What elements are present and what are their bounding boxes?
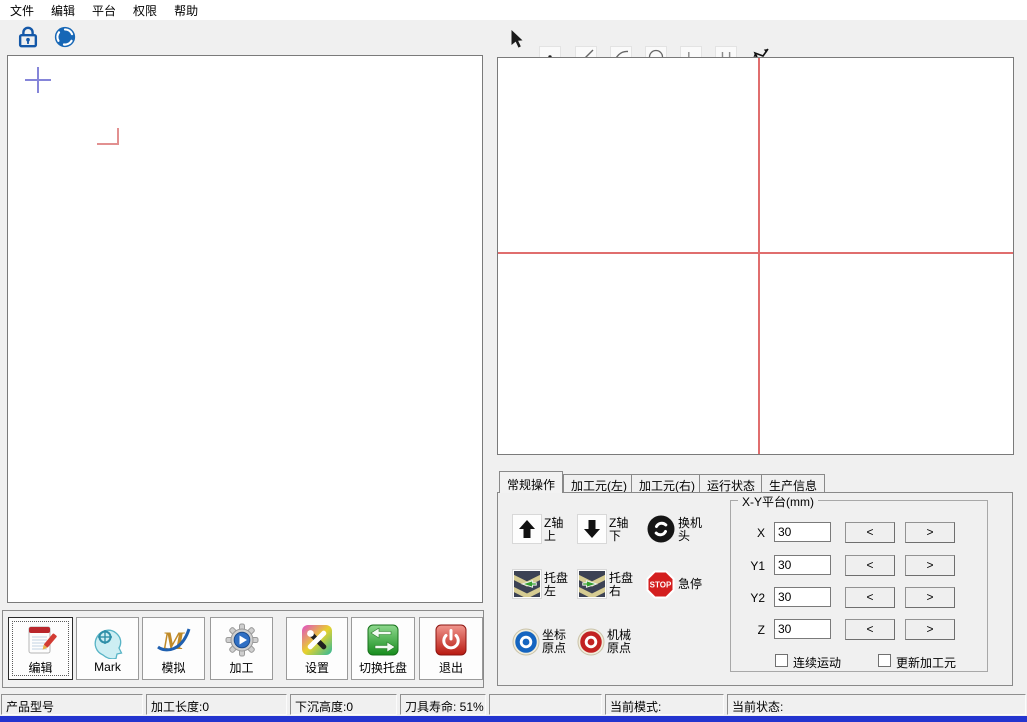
select-cursor-icon <box>509 30 525 49</box>
axis-y1-input[interactable] <box>774 555 831 575</box>
z-axis-up-button[interactable] <box>512 514 542 544</box>
axis-z-label: Z <box>743 620 765 640</box>
axis-y1-plus-button[interactable]: > <box>905 555 955 576</box>
simulate-button[interactable]: M 模拟 <box>142 617 205 680</box>
z-axis-down-button[interactable] <box>577 514 607 544</box>
bottom-taskbar-strip <box>0 716 1027 722</box>
status-process-length: 加工长度:0 <box>146 694 287 715</box>
switch-tray-button-label: 切换托盘 <box>359 659 407 676</box>
machine-origin-label: 机械原点 <box>607 629 633 655</box>
menu-file[interactable]: 文件 <box>3 0 41 21</box>
status-tool-life: 刀具寿命: 51% <box>400 694 486 715</box>
gear-play-icon <box>224 622 260 658</box>
camera-shutter-button[interactable] <box>52 24 78 50</box>
toolbar: L U <box>0 20 1027 55</box>
tab-general-operations[interactable]: 常规操作 <box>499 471 563 493</box>
axis-z-input[interactable] <box>774 619 831 639</box>
emergency-stop-button[interactable]: STOP <box>646 570 675 602</box>
axis-x-label: X <box>743 523 765 543</box>
z-axis-down-label: Z轴下 <box>609 517 635 543</box>
stop-sign-icon: STOP <box>646 570 675 599</box>
change-head-button[interactable] <box>646 514 676 547</box>
tray-right-icon <box>579 571 605 597</box>
menu-bar: 文件 编辑 平台 权限 帮助 <box>0 0 1027 20</box>
menu-permission[interactable]: 权限 <box>126 0 164 21</box>
machine-origin-icon <box>577 628 605 656</box>
power-icon <box>433 622 469 658</box>
position-crosshair-horizontal <box>498 252 1013 254</box>
settings-button-label: 设置 <box>305 659 329 676</box>
continuous-motion-label: 连续运动 <box>793 654 841 671</box>
axis-y2-minus-button[interactable]: < <box>845 587 895 608</box>
menu-edit[interactable]: 编辑 <box>44 0 82 21</box>
process-button[interactable]: 加工 <box>210 617 273 680</box>
camera-shutter-icon <box>53 25 77 49</box>
continuous-motion-checkbox[interactable] <box>775 654 788 667</box>
axis-z-plus-button[interactable]: > <box>905 619 955 640</box>
xy-platform-title: X-Y平台(mm) <box>738 493 818 510</box>
status-product-model: 产品型号 <box>1 694 143 715</box>
status-current-state: 当前状态: <box>727 694 1026 715</box>
tray-left-icon <box>514 571 540 597</box>
axis-y2-input[interactable] <box>774 587 831 607</box>
axis-x-input[interactable] <box>774 522 831 542</box>
status-bar: 产品型号 加工长度:0 下沉高度:0 刀具寿命: 51% 当前模式: 当前状态: <box>0 693 1027 716</box>
status-spacer <box>489 694 602 715</box>
machine-origin-button[interactable] <box>577 628 605 659</box>
axis-x-minus-button[interactable]: < <box>845 522 895 543</box>
menu-help[interactable]: 帮助 <box>167 0 205 21</box>
mark-button-label: Mark <box>94 660 121 674</box>
edit-button-label: 编辑 <box>28 659 52 676</box>
exit-button[interactable]: 退出 <box>419 617 483 680</box>
lock-icon <box>16 25 40 49</box>
tray-left-button[interactable] <box>512 569 542 599</box>
status-current-mode: 当前模式: <box>605 694 724 715</box>
edit-canvas-drawing <box>8 56 482 602</box>
axis-x-plus-button[interactable]: > <box>905 522 955 543</box>
simulate-button-label: 模拟 <box>161 659 185 676</box>
exit-button-label: 退出 <box>439 659 463 676</box>
coordinate-origin-icon <box>512 628 540 656</box>
axis-y2-plus-button[interactable]: > <box>905 587 955 608</box>
tab-run-status[interactable]: 运行状态 <box>699 474 763 493</box>
process-button-label: 加工 <box>229 659 253 676</box>
tab-production-info[interactable]: 生产信息 <box>761 474 825 493</box>
edit-canvas[interactable] <box>7 55 483 603</box>
status-sink-height: 下沉高度:0 <box>290 694 397 715</box>
tray-right-button[interactable] <box>577 569 607 599</box>
arrow-up-icon <box>517 519 537 539</box>
switch-tray-button[interactable]: 切换托盘 <box>351 617 415 680</box>
edit-button[interactable]: 编辑 <box>8 617 73 680</box>
lock-button[interactable] <box>15 24 41 50</box>
axis-y1-minus-button[interactable]: < <box>845 555 895 576</box>
tab-unit-left[interactable]: 加工元(左) <box>563 474 635 493</box>
position-view[interactable] <box>497 57 1014 455</box>
notebook-pencil-icon <box>23 622 59 658</box>
switch-arrows-icon <box>365 622 401 658</box>
svg-text:STOP: STOP <box>650 581 672 590</box>
position-crosshair-vertical <box>758 58 760 454</box>
mark-button[interactable]: Mark <box>76 617 139 680</box>
emergency-stop-label: 急停 <box>678 578 704 591</box>
tool-select[interactable] <box>505 27 529 51</box>
axis-z-minus-button[interactable]: < <box>845 619 895 640</box>
simulate-logo-icon: M <box>156 622 192 658</box>
update-unit-checkbox[interactable] <box>878 654 891 667</box>
axis-y1-label: Y1 <box>743 556 765 576</box>
tray-left-label: 托盘左 <box>544 572 570 598</box>
z-axis-up-label: Z轴上 <box>544 517 570 543</box>
tab-unit-right[interactable]: 加工元(右) <box>631 474 703 493</box>
coordinate-origin-button[interactable] <box>512 628 540 659</box>
tools-icon <box>299 622 335 658</box>
axis-y2-label: Y2 <box>743 588 765 608</box>
arrow-down-icon <box>582 519 602 539</box>
update-unit-label: 更新加工元 <box>896 654 956 671</box>
change-head-label: 换机头 <box>678 517 704 543</box>
menu-platform[interactable]: 平台 <box>85 0 123 21</box>
tray-right-label: 托盘右 <box>609 572 635 598</box>
coordinate-origin-label: 坐标原点 <box>542 629 568 655</box>
mark-head-icon <box>90 623 126 659</box>
change-head-icon <box>646 514 676 544</box>
settings-button[interactable]: 设置 <box>286 617 348 680</box>
